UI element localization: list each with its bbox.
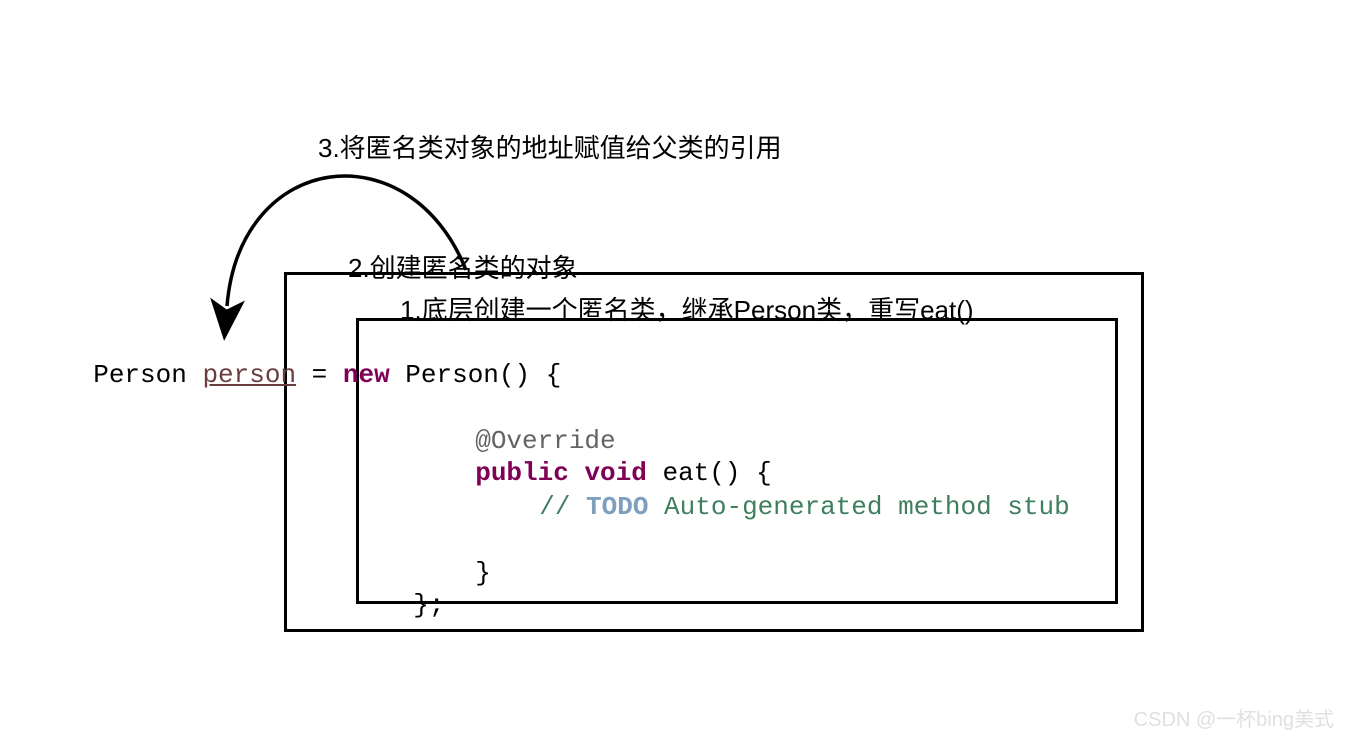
code-token-todo: TODO: [586, 492, 648, 522]
step3-label: 3.将匿名类对象的地址赋值给父类的引用: [318, 128, 782, 165]
code-token-var: person: [202, 360, 296, 390]
code-token-ctor: Person() {: [390, 360, 562, 390]
code-token-close-brace-1: }: [475, 558, 491, 588]
code-token-slash: //: [539, 492, 586, 522]
code-line-close-method: }: [444, 528, 491, 588]
code-token-close-brace-2: };: [413, 590, 444, 620]
code-line-comment: // TODO Auto-generated method stub: [508, 462, 1070, 522]
code-line-close-class: };: [382, 560, 444, 620]
code-token-eq: =: [296, 360, 343, 390]
code-token-comment-rest: Auto-generated method stub: [648, 492, 1069, 522]
code-token-class: Person: [93, 360, 202, 390]
code-line-1: Person person = new Person() {: [62, 330, 561, 390]
watermark: CSDN @一杯bing美式: [1134, 703, 1334, 732]
code-token-new: new: [343, 360, 390, 390]
